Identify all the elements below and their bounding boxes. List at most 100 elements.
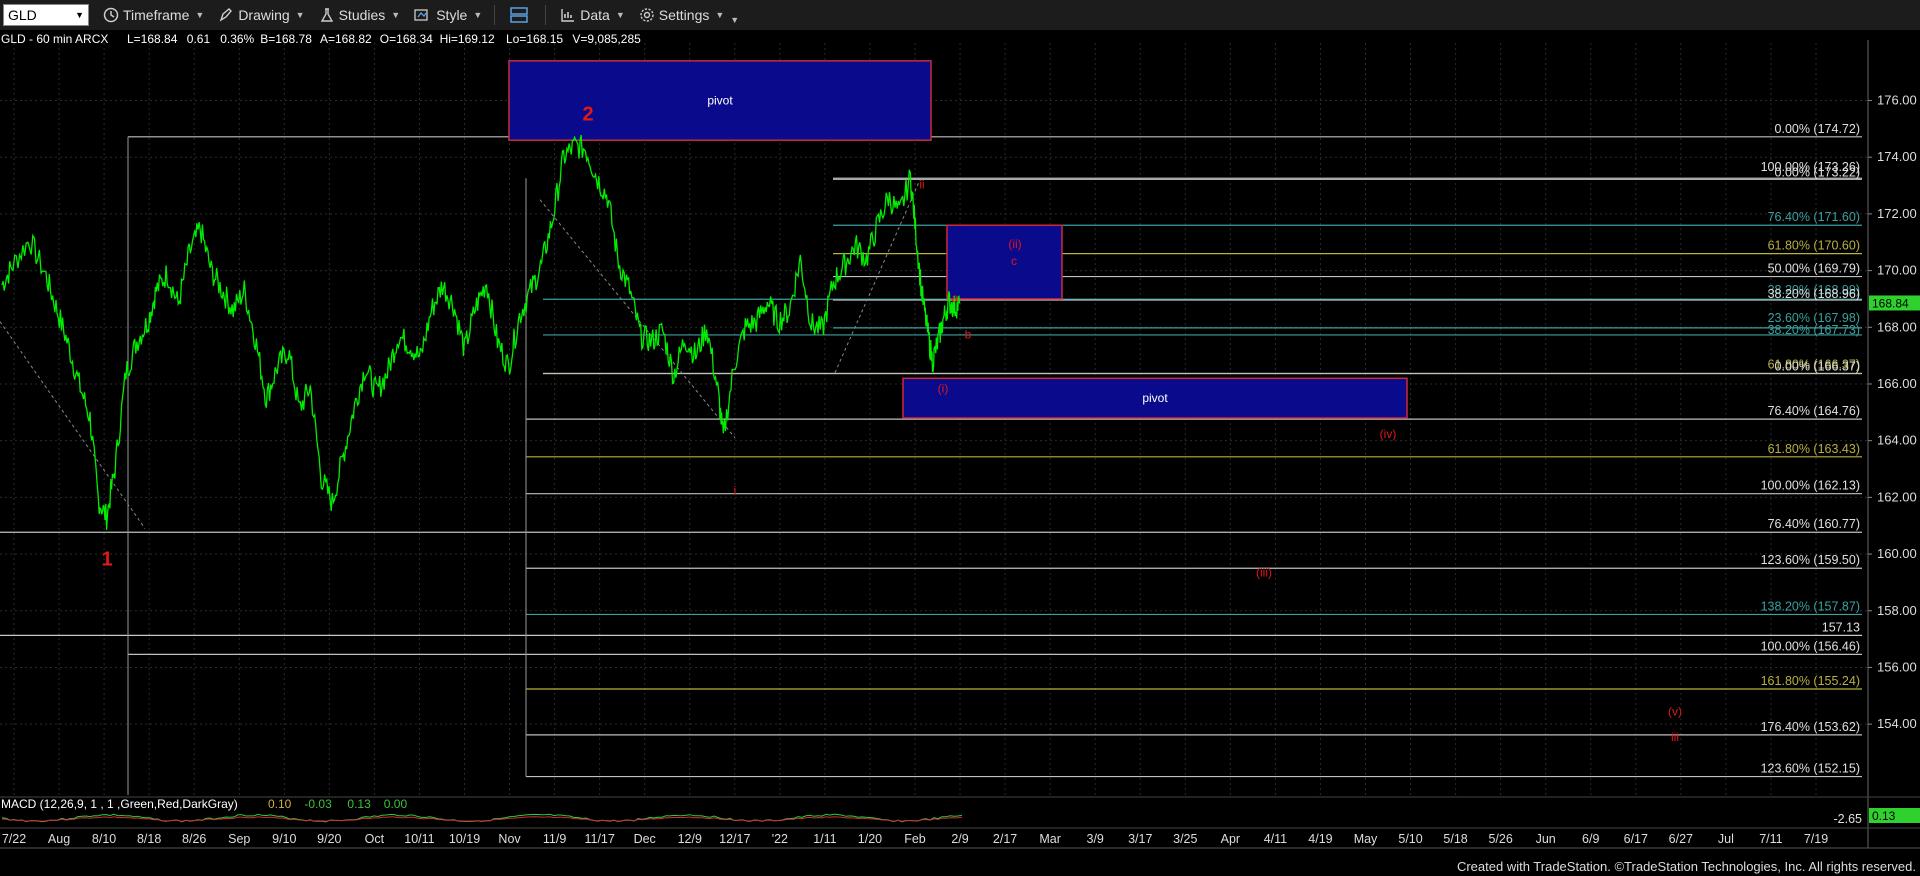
fib-label: 0.00% (166.37)	[1775, 359, 1860, 373]
macd-value-label: 0.13	[1872, 809, 1896, 823]
settings-menu[interactable]: Settings ▼	[639, 7, 725, 23]
fib-label: 100.00% (156.46)	[1761, 639, 1860, 653]
x-tick-label: 7/11	[1759, 832, 1782, 846]
timeframe-menu[interactable]: Timeframe ▼	[103, 7, 204, 23]
x-tick-label: 8/10	[92, 832, 116, 846]
x-tick-label: 3/25	[1173, 832, 1197, 846]
wave-label: (i)	[938, 381, 949, 395]
fib-label: 76.40% (164.76)	[1768, 404, 1860, 418]
chart-icon	[561, 9, 575, 22]
pivot-label: pivot	[707, 94, 733, 108]
studies-menu[interactable]: Studies ▼	[319, 7, 401, 23]
gear-icon	[640, 8, 654, 22]
x-tick-label: 3/17	[1128, 832, 1152, 846]
fib-label: 50.00% (169.79)	[1768, 262, 1860, 276]
macd-value: 0.00	[384, 797, 408, 811]
symbol-selector[interactable]: GLD ▼	[3, 4, 89, 26]
x-tick-label: 11/9	[543, 832, 566, 846]
wave-label: (ii)	[1008, 237, 1021, 251]
x-tick-label: Sep	[228, 832, 250, 846]
y-tick-label: 168.00	[1877, 319, 1917, 334]
settings-label: Settings	[658, 7, 710, 23]
x-tick-label: 1/11	[813, 832, 836, 846]
x-tick-label: May	[1354, 832, 1378, 846]
x-axis: 7/22 Aug 8/10 8/18 8/26 Sep 9/10 9/20 Oct 10/11 10…	[0, 832, 1920, 849]
macd-value: 0.10	[268, 797, 292, 811]
y-tick-label: 176.00	[1877, 93, 1917, 108]
x-tick-label: 2/17	[993, 832, 1017, 846]
x-tick-label: Aug	[48, 832, 70, 846]
header-stat: O=168.34	[380, 32, 433, 46]
divider	[545, 5, 547, 25]
header-stat: V=9,085,285	[572, 32, 641, 46]
y-tick-label: 154.00	[1877, 716, 1917, 731]
x-tick-label: 12/9	[678, 832, 702, 846]
price-chart[interactable]: pivot pivot 0.00% (174.72)100.00% (173.26…	[0, 30, 1920, 858]
fib-label: 100.00% (162.13)	[1761, 479, 1860, 493]
data-label: Data	[580, 7, 610, 23]
caret-icon: ▼	[391, 10, 401, 20]
x-tick-label: 7/22	[2, 832, 26, 846]
x-tick-label: 12/17	[719, 832, 750, 846]
footer-credit: Created with TradeStation. ©TradeStation…	[1456, 859, 1916, 874]
header-stat: Lo=168.15	[506, 32, 563, 46]
layout-button[interactable]	[509, 6, 533, 24]
x-tick-label: Jul	[1718, 832, 1734, 846]
caret-icon: ▼	[195, 10, 205, 20]
wave-label: (iv)	[1380, 427, 1397, 441]
symbol-value: GLD	[8, 7, 37, 23]
x-tick-label: 5/10	[1398, 832, 1422, 846]
macd-value: -0.03	[304, 797, 332, 811]
header-stat: B=168.78	[260, 32, 312, 46]
layout-icon	[510, 7, 529, 23]
y-tick-label: 166.00	[1877, 376, 1917, 391]
fib-labels: 0.00% (174.72)100.00% (173.26)0.00% (173…	[1761, 122, 1860, 776]
y-tick-label: 158.00	[1877, 603, 1917, 618]
wave-label: (v)	[1668, 705, 1682, 719]
wave-label: 2	[582, 103, 593, 125]
y-tick-label: 174.00	[1877, 149, 1917, 164]
x-tick-label: 6/9	[1582, 832, 1599, 846]
x-tick-label: '22	[772, 832, 788, 846]
studies-label: Studies	[338, 7, 386, 23]
fib-label: 38.20% (168.96)	[1768, 287, 1860, 301]
wave-label: iii	[1671, 730, 1679, 744]
x-tick-label: 8/26	[182, 832, 206, 846]
x-tick-label: 6/17	[1624, 832, 1648, 846]
x-tick-label: Nov	[498, 832, 521, 846]
header-stat: 0.61	[187, 32, 211, 46]
caret-icon: ▼	[473, 10, 483, 20]
fib-label: 176.40% (153.62)	[1761, 720, 1860, 734]
x-tick-label: 6/27	[1669, 832, 1693, 846]
drawing-menu[interactable]: Drawing ▼	[218, 7, 305, 23]
x-tick-label: Dec	[634, 832, 656, 846]
header-stat: 0.36%	[220, 32, 254, 46]
fib-label: 61.80% (163.43)	[1768, 442, 1860, 456]
wave-label: (iii)	[1256, 566, 1272, 580]
style-icon	[414, 9, 428, 21]
data-menu[interactable]: Data ▼	[560, 7, 625, 23]
x-tick-label: Feb	[904, 832, 926, 846]
y-tick-label: 170.00	[1877, 263, 1917, 278]
x-tick-label: Mar	[1039, 832, 1061, 846]
x-tick-label: 4/11	[1264, 832, 1287, 846]
wave-label: i	[734, 484, 737, 498]
x-tick-label: 9/10	[272, 832, 296, 846]
caret-icon: ▼	[615, 10, 625, 20]
fib-label: 123.60% (152.15)	[1761, 762, 1860, 776]
style-menu[interactable]: Style ▼	[414, 7, 482, 23]
x-tick-label: 8/18	[137, 832, 161, 846]
pivot-zone	[946, 224, 1063, 300]
header-stat: A=168.82	[320, 32, 372, 46]
y-tick-label: 164.00	[1877, 433, 1917, 448]
x-tick-label: 10/11	[404, 832, 434, 846]
level-label: 157.13	[1822, 620, 1860, 634]
header-stat: L=168.84	[127, 32, 178, 46]
wave-label: b	[965, 328, 972, 342]
clock-icon	[103, 7, 119, 23]
x-tick-label: Jun	[1536, 832, 1556, 846]
y-tick-label: 160.00	[1877, 546, 1917, 561]
x-tick-label: 5/18	[1443, 832, 1467, 846]
caret-icon: ▼	[715, 10, 725, 20]
fib-label: 161.80% (155.24)	[1761, 674, 1860, 688]
